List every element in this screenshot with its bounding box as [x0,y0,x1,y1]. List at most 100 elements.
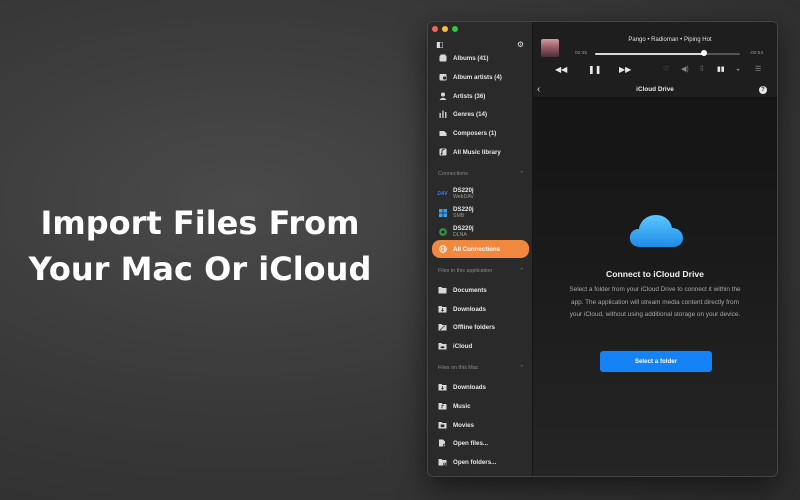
album-cover-image[interactable] [541,39,559,57]
sidebar-item-documents[interactable]: Documents [432,282,529,298]
chevron-up-icon: ⌃ [519,268,524,274]
sidebar-item-open-files[interactable]: Open files... [432,435,529,451]
sidebar-item-label: Genres (14) [453,110,488,118]
connect-description: Select a folder from your iCloud Drive t… [569,286,741,318]
promo-line-1: Import Files From [40,204,360,242]
sidebar-item-music[interactable]: Music [432,398,529,414]
sidebar-item-all-connections[interactable]: All Connections [432,240,529,258]
connection-name: DS220j [453,206,474,213]
sidebar-item-album-artists[interactable]: Album artists (4) [432,69,529,85]
sidebar-toolbar: ◧ ⚙ [436,40,524,50]
window-controls [432,26,458,32]
section-title: Files in this application [438,268,493,274]
remaining-time: -00:54 [749,51,763,56]
close-window-button[interactable] [432,26,438,32]
sidebar-item-label: Albums (41) [453,54,489,62]
sidebar-item-label: Downloads [453,305,487,313]
album-artist-icon [438,73,447,82]
help-icon[interactable]: ? [759,86,767,94]
sidebar-item-label: Music [453,402,471,410]
progress-fill [595,53,704,55]
sidebar-item-open-folders[interactable]: Open folders... [432,454,529,470]
music-folder-icon [438,402,447,411]
open-files-icon [438,439,447,448]
chevron-up-icon: ⌃ [519,171,524,177]
sidebar-item-downloads-mac[interactable]: Downloads [432,379,529,395]
offline-folder-icon [438,323,447,332]
select-folder-button[interactable]: Select a folder [600,351,712,372]
sidebar-item-label: Open folders... [453,458,497,466]
progress-knob[interactable] [700,50,707,56]
connection-name: DS220j [453,225,474,232]
playback-progress-bar[interactable] [595,53,740,55]
equalizer-icon[interactable]: ⫶⫶ [700,65,704,75]
movies-folder-icon [438,421,447,430]
dlna-icon [438,227,447,236]
sidebar-item-label: Composers (1) [453,129,497,137]
sidebar-item-all-music[interactable]: All Music library [432,144,529,160]
next-track-icon[interactable]: ▶▶ [619,65,631,75]
playlist-icon[interactable]: ☰ [755,65,761,75]
sidebar-item-composers[interactable]: Composers (1) [432,125,529,141]
sidebar-item-label: All Connections [453,245,501,253]
sidebar: ◧ ⚙ Albums (41) Album artists (4) Artist… [428,22,533,476]
promo-headline: Import Files From Your Mac Or iCloud [0,200,400,292]
icloud-cloud-icon [629,215,683,247]
app-window: ◧ ⚙ Albums (41) Album artists (4) Artist… [427,21,778,477]
minimize-window-button[interactable] [442,26,448,32]
volume-icon[interactable]: ◀) [681,65,689,75]
sidebar-item-label: Artists (36) [453,92,486,100]
genres-icon [438,110,447,119]
navigation-bar: ‹ iCloud Drive ? [533,82,777,98]
connection-protocol: DLNA [453,232,467,238]
main-panel: Pango • Radioman • Piping Hot 02:45 -00:… [533,22,777,476]
artist-icon [438,92,447,101]
connection-smb[interactable]: DS220j SMB [432,203,529,222]
page-title: iCloud Drive [636,86,674,93]
sidebar-item-genres[interactable]: Genres (14) [432,106,529,122]
heart-icon[interactable]: ♡ [663,65,669,75]
sidebar-item-downloads-app[interactable]: Downloads [432,301,529,317]
icloud-folder-icon [438,342,447,351]
connection-protocol: WebDAV [453,194,474,200]
documents-folder-icon [438,286,447,295]
airplay-icon[interactable]: ◒ [736,65,740,75]
connect-title: Connect to iCloud Drive [606,269,704,279]
music-library-icon [438,148,447,157]
settings-gear-icon[interactable]: ⚙ [517,40,524,50]
now-playing-bar: Pango • Radioman • Piping Hot 02:45 -00:… [533,22,777,82]
webdav-icon: DAV [437,190,448,197]
section-title: Connections [438,171,468,177]
sidebar-item-offline-folders[interactable]: Offline folders [432,319,529,335]
section-title: Files on this Mac [438,365,479,371]
pause-icon[interactable]: ❚❚ [588,65,601,75]
app-files-section-header[interactable]: Files in this application ⌃ [438,268,524,274]
queue-icon[interactable]: ▮▮ [717,65,725,75]
sidebar-item-movies[interactable]: Movies [432,417,529,433]
sidebar-item-albums[interactable]: Albums (41) [432,50,529,66]
sidebar-item-label: All Music library [453,148,501,156]
elapsed-time: 02:45 [575,51,588,56]
sidebar-item-label: Movies [453,421,474,429]
open-folders-icon [438,458,447,467]
connection-dlna[interactable]: DS220j DLNA [432,222,529,241]
sidebar-item-artists[interactable]: Artists (36) [432,88,529,104]
connection-protocol: SMB [453,213,465,219]
windows-smb-icon [438,208,447,217]
sidebar-item-label: Documents [453,286,487,294]
promo-line-2: Your Mac Or iCloud [28,250,372,288]
downloads-folder-icon [438,305,447,314]
mac-files-section-header[interactable]: Files on this Mac ⌃ [438,365,524,371]
sidebar-item-icloud[interactable]: iCloud [432,338,529,354]
zoom-window-button[interactable] [452,26,458,32]
sidebar-toggle-icon[interactable]: ◧ [436,40,444,50]
now-playing-track: Pango • Radioman • Piping Hot [628,37,712,43]
sidebar-item-label: Album artists (4) [453,73,502,81]
sidebar-item-label: Downloads [453,383,487,391]
sidebar-item-label: Open files... [453,439,489,447]
previous-track-icon[interactable]: ◀◀ [555,65,567,75]
connection-name: DS220j [453,187,474,194]
chevron-up-icon: ⌃ [519,365,524,371]
connections-section-header[interactable]: Connections ⌃ [438,171,524,177]
connection-webdav[interactable]: DAV DS220j WebDAV [432,184,529,203]
